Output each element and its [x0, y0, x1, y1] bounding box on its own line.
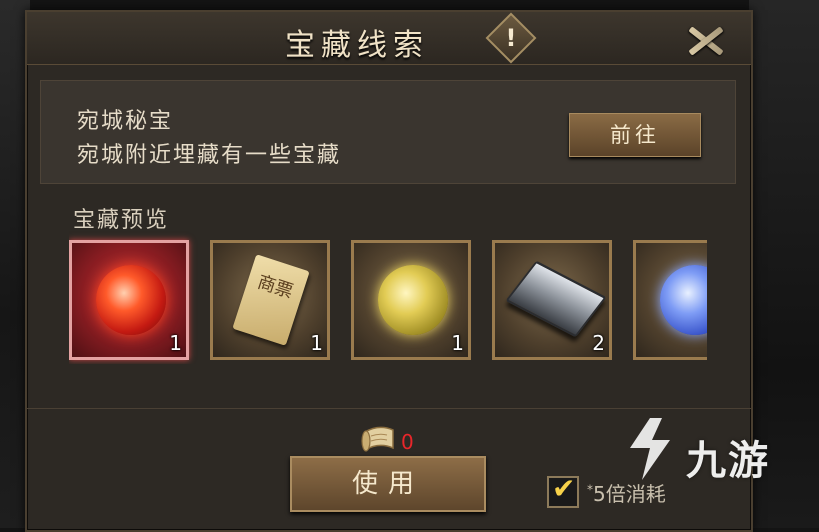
item-count: 2 — [592, 331, 605, 355]
quest-title: 宛城秘宝 — [77, 109, 174, 134]
dialog-title: 宝藏线索 — [285, 28, 429, 63]
five-times-checkbox[interactable]: ✔ — [547, 472, 579, 508]
use-button[interactable]: 使用 — [290, 456, 486, 512]
item-slot[interactable]: 1 — [351, 240, 471, 360]
jiuyou-watermark-logo: 九游 — [620, 410, 810, 490]
treasure-map-scroll-icon — [361, 426, 394, 452]
gold-orb-icon — [378, 265, 448, 335]
red-orb-icon — [96, 265, 166, 335]
item-slot[interactable]: 1 — [69, 240, 189, 360]
item-count: 1 — [451, 331, 464, 355]
item-slot[interactable]: 2 — [492, 240, 612, 360]
silver-ingot-icon — [505, 260, 607, 338]
exclamation-icon: ! — [505, 24, 517, 52]
quest-info-box: 宛城秘宝 宛城附近埋藏有一些宝藏 前往 — [40, 80, 736, 184]
blue-orb-icon — [660, 265, 707, 335]
merchant-ticket-icon: 商票 — [232, 254, 310, 346]
close-button[interactable] — [682, 20, 730, 60]
item-slot[interactable] — [633, 240, 707, 360]
item-count: 1 — [169, 331, 182, 355]
goto-button[interactable]: 前往 — [569, 113, 701, 157]
scroll-count: 0 — [401, 430, 414, 454]
title-bar: 宝藏线索 ! — [27, 12, 751, 65]
quest-description: 宛城附近埋藏有一些宝藏 — [77, 143, 342, 168]
divider — [27, 408, 751, 409]
watermark-text: 九游 — [686, 438, 770, 484]
jiuyou-logo-icon — [630, 418, 670, 480]
item-count: 1 — [310, 331, 323, 355]
checkmark-icon: ✔ — [552, 472, 576, 505]
treasure-item-list[interactable]: 1 商票 1 1 2 — [69, 230, 707, 364]
item-slot[interactable]: 商票 1 — [210, 240, 330, 360]
